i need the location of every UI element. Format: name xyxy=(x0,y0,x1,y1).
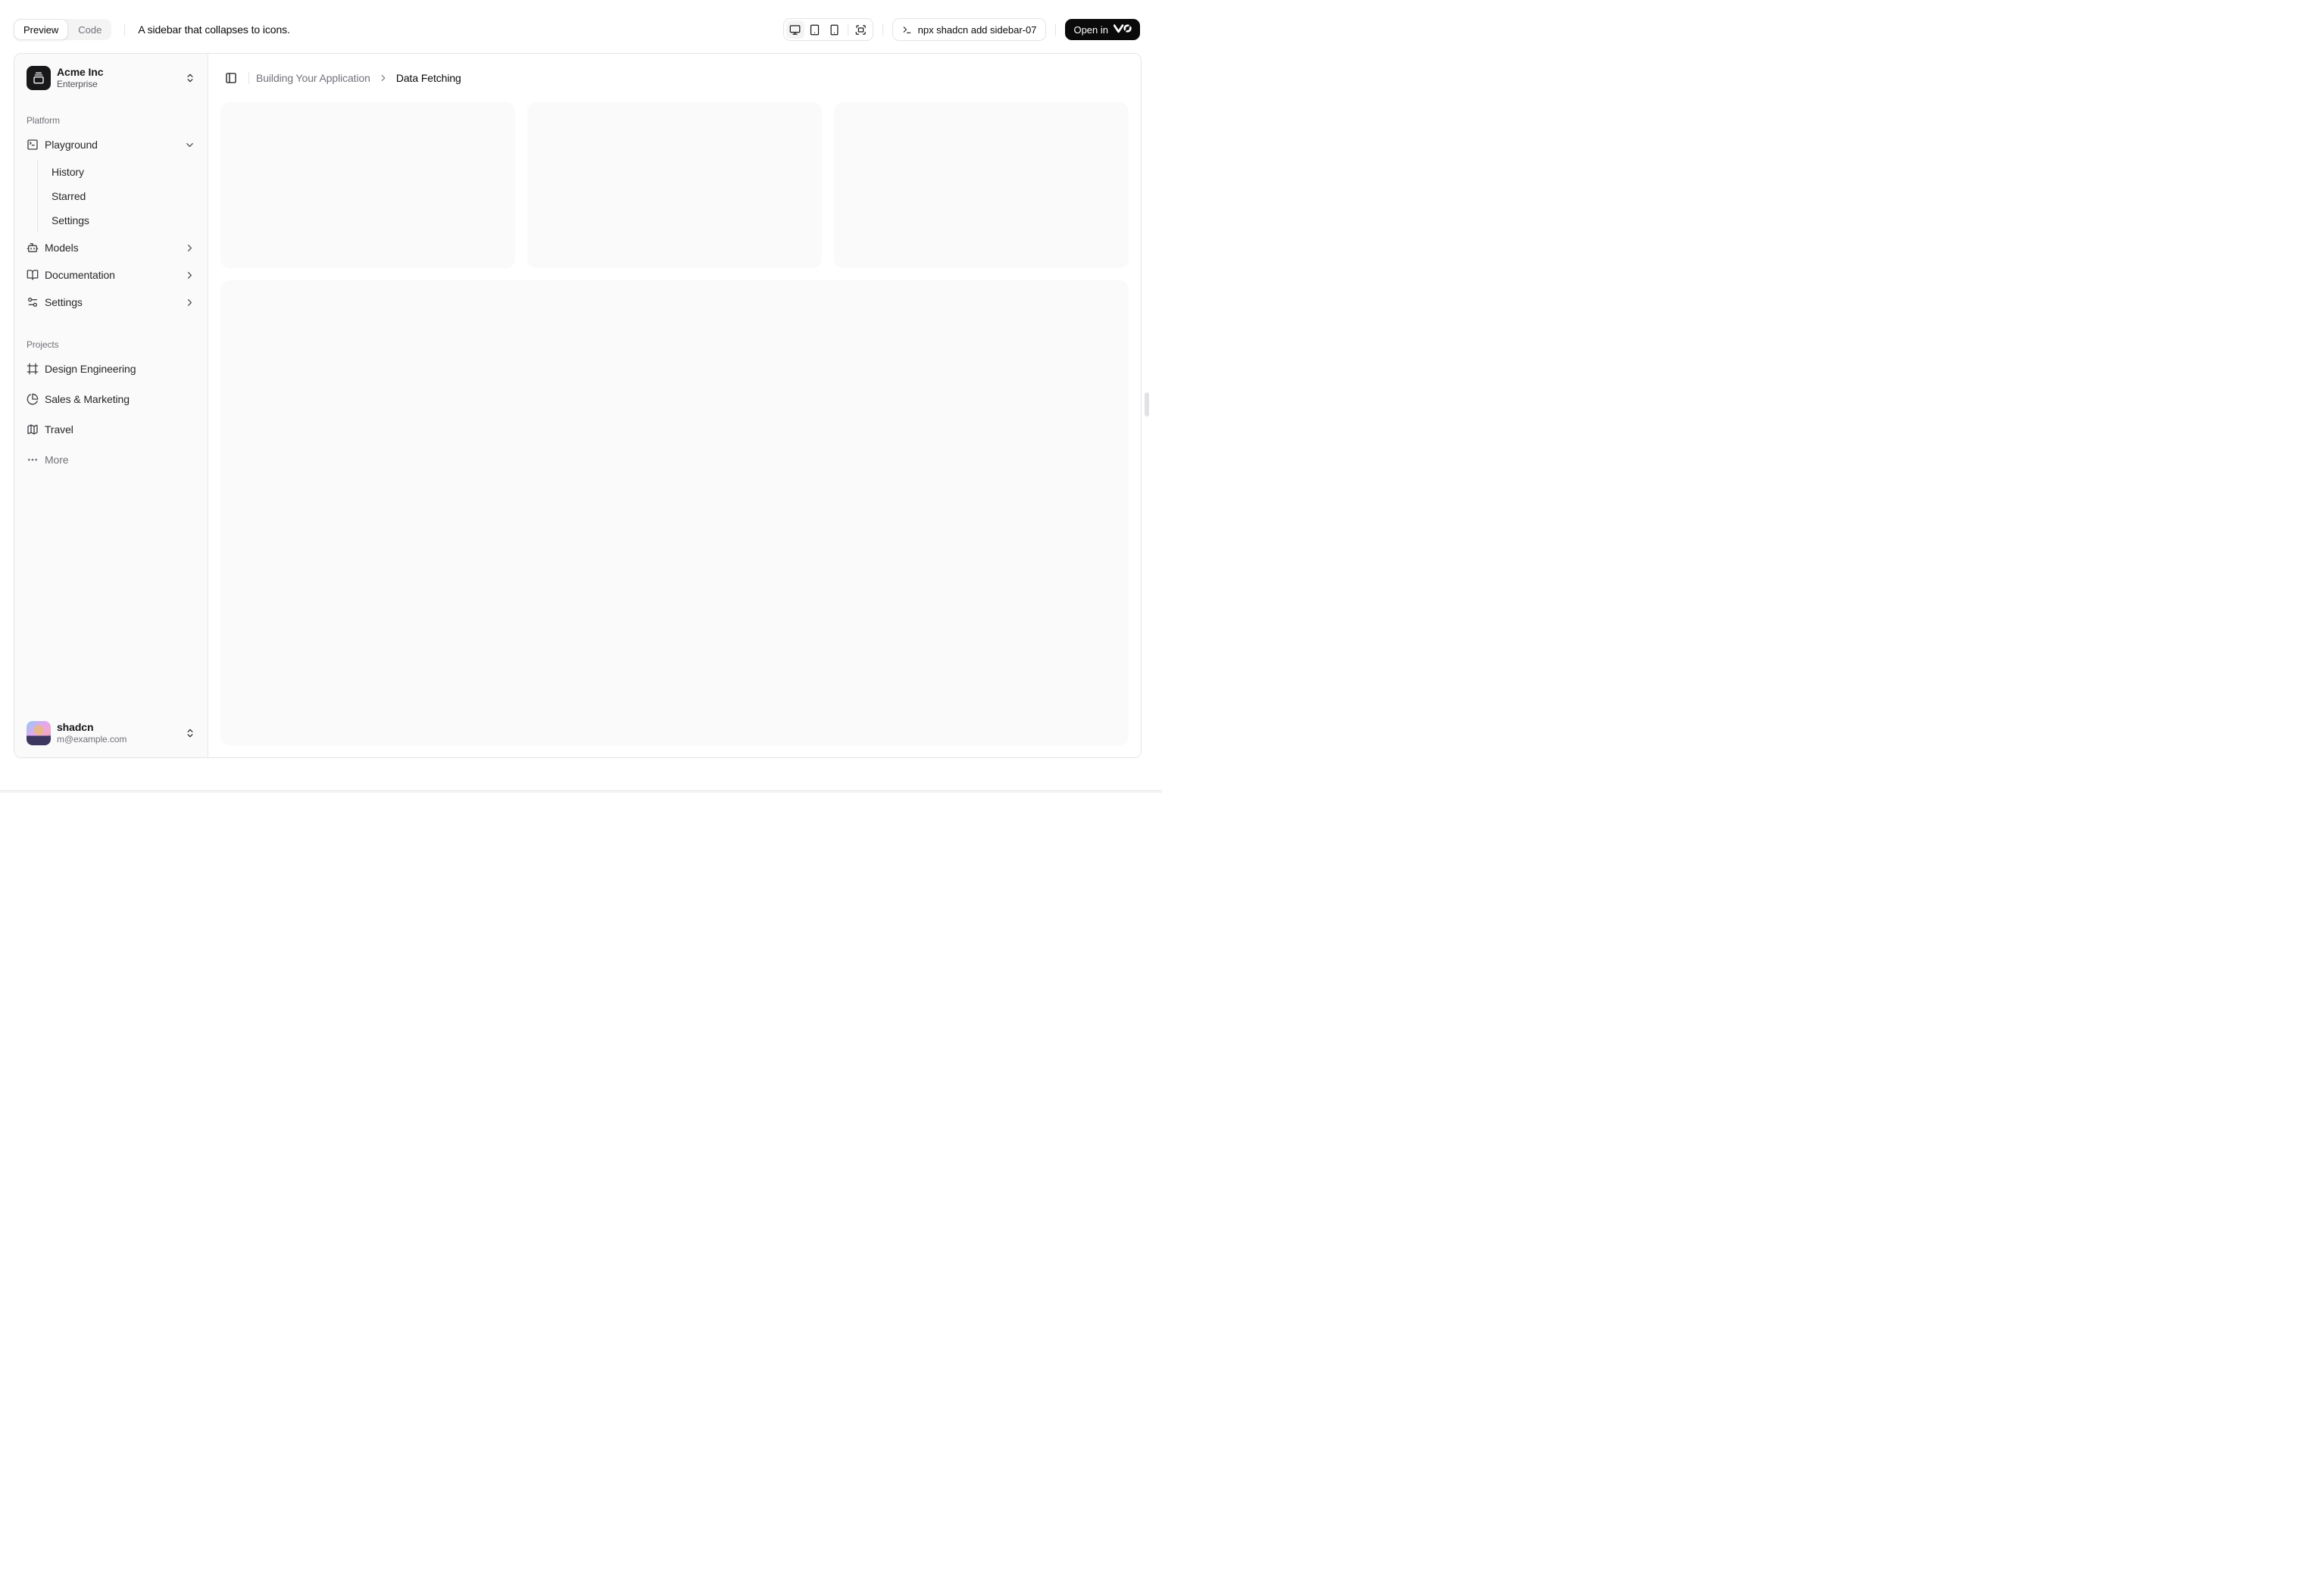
sidebar-item-label: Playground xyxy=(45,139,98,151)
blocks-preview-page: Preview Code A sidebar that collapses to… xyxy=(0,0,1162,793)
install-command-button[interactable]: npx shadcn add sidebar-07 xyxy=(892,18,1047,41)
open-in-v0-label: Open in xyxy=(1073,23,1108,36)
fullscreen-view-button[interactable] xyxy=(852,20,870,39)
team-logo-box xyxy=(27,66,51,90)
chevron-right-icon xyxy=(184,297,195,308)
map-icon xyxy=(27,423,39,436)
sidebar-item-label: Travel xyxy=(45,423,73,436)
sidebar-item-label: More xyxy=(45,454,69,466)
header-divider xyxy=(248,72,249,84)
smartphone-icon xyxy=(829,24,840,36)
team-switcher-button[interactable]: Acme Inc Enterprise xyxy=(20,60,201,96)
bot-icon xyxy=(27,242,39,254)
page-scrollbar-thumb[interactable] xyxy=(1145,392,1149,417)
team-name: Acme Inc xyxy=(57,65,104,78)
sidebar-footer: shadcn m@example.com xyxy=(20,715,201,751)
sidebar-subitem-label: History xyxy=(52,166,84,178)
team-plan: Enterprise xyxy=(57,79,98,90)
preview-tab[interactable]: Preview xyxy=(14,19,69,40)
user-name: shadcn xyxy=(57,720,94,733)
fullscreen-icon xyxy=(855,24,867,36)
book-open-icon xyxy=(27,269,39,281)
user-avatar xyxy=(27,721,51,745)
sidebar-item-label: Settings xyxy=(45,296,83,308)
placeholder-card xyxy=(834,102,1129,268)
sidebar-item-playground[interactable]: Playground xyxy=(20,133,201,157)
preview-container: Acme Inc Enterprise Platform Playground xyxy=(14,53,1142,758)
sidebar-item-more[interactable]: More xyxy=(20,448,201,472)
chevron-down-icon[interactable] xyxy=(184,139,195,151)
v0-logo-icon xyxy=(1113,23,1132,36)
sidebar-nav: Platform Playground History Starred Sett… xyxy=(20,108,201,472)
chevrons-up-down-icon xyxy=(185,728,195,738)
toolbar-divider xyxy=(1055,23,1057,36)
sidebar: Acme Inc Enterprise Platform Playground xyxy=(14,54,208,757)
group-label-platform: Platform xyxy=(27,115,60,126)
user-email: m@example.com xyxy=(57,734,127,745)
sidebar-subitem-starred[interactable]: Starred xyxy=(45,186,201,207)
sidebar-item-label: Design Engineering xyxy=(45,363,136,375)
chevrons-up-down-icon xyxy=(185,73,195,83)
block-description: A sidebar that collapses to icons. xyxy=(138,23,290,36)
terminal-icon xyxy=(902,25,912,35)
placeholder-body-block xyxy=(220,280,1129,745)
sidebar-subitem-label: Settings xyxy=(52,214,89,226)
sidebar-item-sales-marketing[interactable]: Sales & Marketing xyxy=(20,387,201,411)
sidebar-item-label: Sales & Marketing xyxy=(45,393,130,405)
desktop-view-button[interactable] xyxy=(786,20,804,39)
projects-group: Projects Design Engineering Sales & Mark… xyxy=(20,332,201,472)
smartphone-view-button[interactable] xyxy=(826,20,844,39)
device-size-toggle-group xyxy=(782,18,873,41)
sidebar-item-documentation[interactable]: Documentation xyxy=(20,263,201,287)
square-terminal-icon xyxy=(27,139,39,151)
user-menu-button[interactable]: shadcn m@example.com xyxy=(20,715,201,751)
sliders-icon xyxy=(27,296,39,308)
install-command-text: npx shadcn add sidebar-07 xyxy=(917,23,1037,36)
code-tab[interactable]: Code xyxy=(68,19,111,40)
sidebar-item-settings[interactable]: Settings xyxy=(20,290,201,314)
sidebar-item-label: Models xyxy=(45,242,79,254)
sidebar-subitem-label: Starred xyxy=(52,190,86,202)
sidebar-toggle-button[interactable] xyxy=(220,67,242,89)
sidebar-subitem-history[interactable]: History xyxy=(45,161,201,183)
group-label-projects: Projects xyxy=(27,339,59,350)
playground-submenu: History Starred Settings xyxy=(37,160,201,233)
user-meta: shadcn m@example.com xyxy=(57,721,127,746)
toolbar-divider xyxy=(124,23,126,36)
monitor-icon xyxy=(789,24,801,36)
pie-chart-icon xyxy=(27,393,39,405)
sidebar-subitem-settings[interactable]: Settings xyxy=(45,210,201,231)
breadcrumb: Building Your Application Data Fetching xyxy=(256,72,461,84)
projects-menu: Design Engineering Sales & Marketing Tra… xyxy=(20,357,201,472)
chevron-right-icon xyxy=(378,73,389,83)
next-section-divider xyxy=(0,790,1162,793)
placeholder-card xyxy=(220,102,515,268)
sidebar-item-label: Documentation xyxy=(45,269,115,281)
frame-icon xyxy=(27,363,39,375)
open-in-v0-button[interactable]: Open in xyxy=(1065,19,1140,40)
block-toolbar: Preview Code A sidebar that collapses to… xyxy=(14,8,1140,51)
sidebar-item-models[interactable]: Models xyxy=(20,236,201,260)
gallery-vertical-end-icon xyxy=(33,72,45,84)
ellipsis-icon xyxy=(27,454,39,466)
placeholder-card xyxy=(527,102,822,268)
panel-left-icon xyxy=(225,72,237,84)
breadcrumb-page: Data Fetching xyxy=(395,72,461,84)
chevron-right-icon xyxy=(184,242,195,254)
team-meta: Acme Inc Enterprise xyxy=(57,65,104,91)
chevron-right-icon xyxy=(184,270,195,281)
toolbar-right-group: npx shadcn add sidebar-07 Open in xyxy=(782,18,1140,41)
toolbar-divider xyxy=(882,23,883,36)
main-header: Building Your Application Data Fetching xyxy=(208,54,1141,102)
view-toggle-group: Preview Code xyxy=(14,19,112,40)
placeholder-cards-row xyxy=(220,102,1129,268)
main-content xyxy=(208,102,1141,757)
breadcrumb-section[interactable]: Building Your Application xyxy=(256,72,370,84)
tablet-view-button[interactable] xyxy=(806,20,824,39)
sidebar-item-design-engineering[interactable]: Design Engineering xyxy=(20,357,201,381)
tablet-icon xyxy=(809,24,820,36)
platform-menu: Playground History Starred Settings Mode… xyxy=(20,133,201,314)
main-panel: Building Your Application Data Fetching xyxy=(208,54,1141,757)
sidebar-item-travel[interactable]: Travel xyxy=(20,417,201,442)
